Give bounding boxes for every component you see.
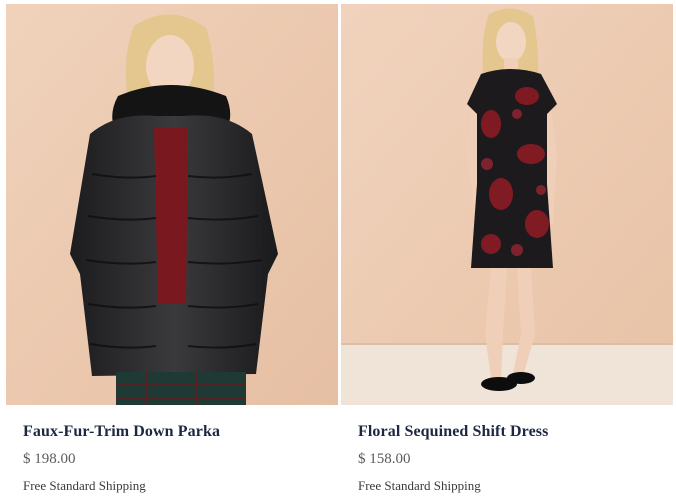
product-card[interactable]: Floral Sequined Shift Dress $ 158.00 Fre…	[341, 0, 673, 503]
product-image[interactable]	[341, 4, 673, 405]
product-card[interactable]: Faux-Fur-Trim Down Parka $ 198.00 Free S…	[6, 0, 338, 503]
product-grid: Faux-Fur-Trim Down Parka $ 198.00 Free S…	[0, 0, 676, 503]
product-price: $ 158.00	[358, 451, 411, 467]
product-image[interactable]	[6, 4, 338, 405]
shipping-note: Free Standard Shipping	[23, 478, 146, 493]
shipping-note: Free Standard Shipping	[358, 478, 481, 493]
product-price: $ 198.00	[23, 451, 76, 467]
product-title[interactable]: Floral Sequined Shift Dress	[358, 423, 548, 441]
product-title[interactable]: Faux-Fur-Trim Down Parka	[23, 423, 220, 441]
